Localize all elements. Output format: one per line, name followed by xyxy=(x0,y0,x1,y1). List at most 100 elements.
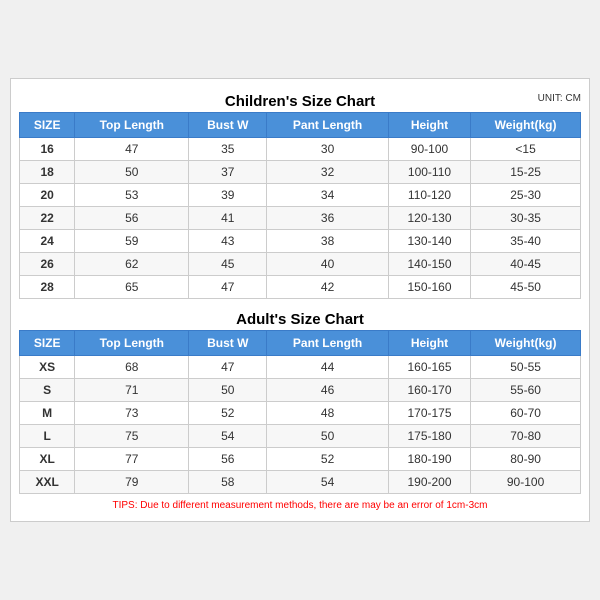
table-cell: 56 xyxy=(189,448,267,471)
adult-col-size: SIZE xyxy=(20,331,75,356)
table-cell: 42 xyxy=(267,276,389,299)
table-cell: 44 xyxy=(267,356,389,379)
table-cell: 50-55 xyxy=(471,356,581,379)
table-cell: M xyxy=(20,402,75,425)
table-cell: 30 xyxy=(267,138,389,161)
col-top-length: Top Length xyxy=(75,113,189,138)
adult-title: Adult's Size Chart xyxy=(19,305,581,330)
table-cell: 160-165 xyxy=(388,356,470,379)
table-cell: 65 xyxy=(75,276,189,299)
table-cell: 50 xyxy=(189,379,267,402)
table-cell: 45-50 xyxy=(471,276,581,299)
table-cell: 90-100 xyxy=(471,471,581,494)
table-cell: 110-120 xyxy=(388,184,470,207)
adult-header-row: SIZE Top Length Bust W Pant Length Heigh… xyxy=(20,331,581,356)
table-cell: 53 xyxy=(75,184,189,207)
table-cell: S xyxy=(20,379,75,402)
table-row: 22564136120-13030-35 xyxy=(20,207,581,230)
table-cell: 190-200 xyxy=(388,471,470,494)
table-cell: 15-25 xyxy=(471,161,581,184)
table-cell: 54 xyxy=(189,425,267,448)
table-cell: 47 xyxy=(75,138,189,161)
table-cell: 35-40 xyxy=(471,230,581,253)
table-cell: 46 xyxy=(267,379,389,402)
unit-label: UNIT: CM xyxy=(538,93,581,104)
table-cell: 22 xyxy=(20,207,75,230)
table-cell: XL xyxy=(20,448,75,471)
table-cell: 59 xyxy=(75,230,189,253)
chart-container: Children's Size Chart UNIT: CM SIZE Top … xyxy=(10,78,590,522)
table-cell: 20 xyxy=(20,184,75,207)
table-row: M735248170-17560-70 xyxy=(20,402,581,425)
table-row: 24594338130-14035-40 xyxy=(20,230,581,253)
table-cell: 80-90 xyxy=(471,448,581,471)
table-cell: 52 xyxy=(189,402,267,425)
table-cell: <15 xyxy=(471,138,581,161)
table-cell: 150-160 xyxy=(388,276,470,299)
table-row: S715046160-17055-60 xyxy=(20,379,581,402)
table-cell: 50 xyxy=(267,425,389,448)
adult-title-text: Adult's Size Chart xyxy=(236,311,364,328)
table-cell: 28 xyxy=(20,276,75,299)
table-cell: 37 xyxy=(189,161,267,184)
table-cell: 36 xyxy=(267,207,389,230)
table-cell: 47 xyxy=(189,356,267,379)
table-cell: 79 xyxy=(75,471,189,494)
table-row: XS684744160-16550-55 xyxy=(20,356,581,379)
adult-table: SIZE Top Length Bust W Pant Length Heigh… xyxy=(19,330,581,494)
adult-col-height: Height xyxy=(388,331,470,356)
children-title-text: Children's Size Chart xyxy=(225,93,375,110)
table-cell: XS xyxy=(20,356,75,379)
table-cell: 38 xyxy=(267,230,389,253)
adult-col-weight: Weight(kg) xyxy=(471,331,581,356)
table-cell: 18 xyxy=(20,161,75,184)
col-size: SIZE xyxy=(20,113,75,138)
adult-col-top-length: Top Length xyxy=(75,331,189,356)
table-cell: 35 xyxy=(189,138,267,161)
table-cell: 140-150 xyxy=(388,253,470,276)
table-cell: L xyxy=(20,425,75,448)
children-table: SIZE Top Length Bust W Pant Length Heigh… xyxy=(19,112,581,299)
table-cell: 175-180 xyxy=(388,425,470,448)
table-cell: 47 xyxy=(189,276,267,299)
tips-text: TIPS: Due to different measurement metho… xyxy=(19,494,581,513)
table-row: 20533934110-12025-30 xyxy=(20,184,581,207)
table-cell: 50 xyxy=(75,161,189,184)
table-cell: 160-170 xyxy=(388,379,470,402)
table-cell: 75 xyxy=(75,425,189,448)
table-row: 18503732100-11015-25 xyxy=(20,161,581,184)
table-cell: 30-35 xyxy=(471,207,581,230)
table-cell: 34 xyxy=(267,184,389,207)
children-header-row: SIZE Top Length Bust W Pant Length Heigh… xyxy=(20,113,581,138)
table-cell: 43 xyxy=(189,230,267,253)
col-height: Height xyxy=(388,113,470,138)
table-cell: 54 xyxy=(267,471,389,494)
table-cell: 58 xyxy=(189,471,267,494)
table-cell: 100-110 xyxy=(388,161,470,184)
table-cell: 73 xyxy=(75,402,189,425)
table-cell: 45 xyxy=(189,253,267,276)
table-cell: 77 xyxy=(75,448,189,471)
table-cell: 70-80 xyxy=(471,425,581,448)
table-cell: 56 xyxy=(75,207,189,230)
col-weight: Weight(kg) xyxy=(471,113,581,138)
col-pant-length: Pant Length xyxy=(267,113,389,138)
table-cell: 62 xyxy=(75,253,189,276)
table-cell: 60-70 xyxy=(471,402,581,425)
table-cell: 52 xyxy=(267,448,389,471)
table-cell: 24 xyxy=(20,230,75,253)
table-cell: 40 xyxy=(267,253,389,276)
table-cell: XXL xyxy=(20,471,75,494)
col-bust: Bust W xyxy=(189,113,267,138)
table-cell: 130-140 xyxy=(388,230,470,253)
table-cell: 71 xyxy=(75,379,189,402)
adult-col-bust: Bust W xyxy=(189,331,267,356)
adult-col-pant-length: Pant Length xyxy=(267,331,389,356)
table-row: L755450175-18070-80 xyxy=(20,425,581,448)
table-cell: 25-30 xyxy=(471,184,581,207)
table-cell: 40-45 xyxy=(471,253,581,276)
table-cell: 68 xyxy=(75,356,189,379)
table-cell: 48 xyxy=(267,402,389,425)
table-cell: 41 xyxy=(189,207,267,230)
table-row: XL775652180-19080-90 xyxy=(20,448,581,471)
